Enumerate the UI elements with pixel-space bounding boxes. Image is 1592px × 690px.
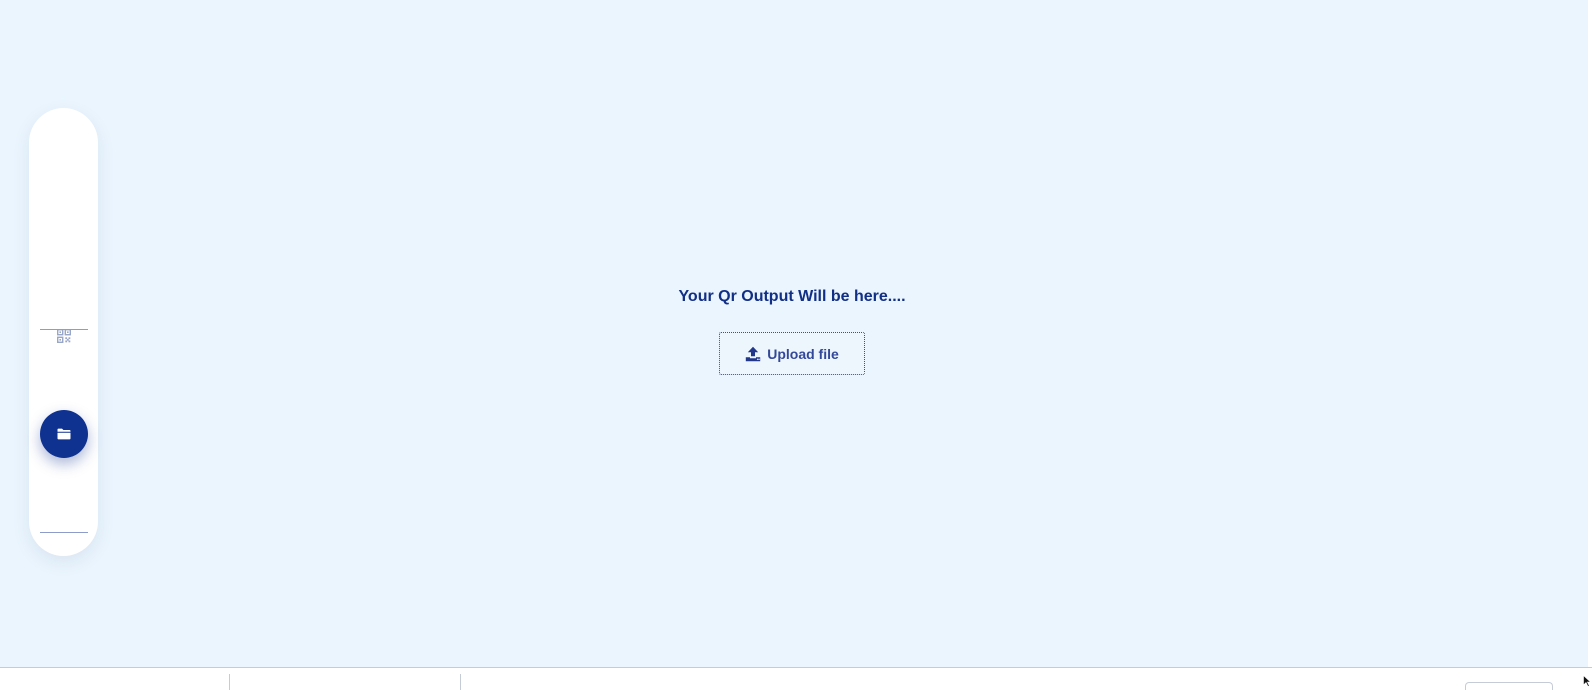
mouse-cursor-icon (1583, 675, 1591, 687)
sidebar (29, 108, 98, 556)
bottom-panel (0, 667, 1592, 690)
sidebar-item-folder[interactable] (40, 410, 88, 458)
main-content: Your Qr Output Will be here.... Upload f… (0, 0, 1588, 667)
app-window: Your Qr Output Will be here.... Upload f… (0, 0, 1592, 690)
bottom-divider (229, 674, 230, 690)
bottom-divider (460, 674, 461, 690)
scrollbar[interactable] (1588, 0, 1592, 667)
qr-code-icon (56, 328, 71, 343)
upload-file-label: Upload file (767, 345, 839, 362)
sidebar-item-qr[interactable] (47, 319, 80, 352)
bottom-tab-button[interactable] (1465, 682, 1553, 690)
sidebar-divider (40, 329, 88, 330)
upload-file-button[interactable]: Upload file (719, 332, 865, 375)
sidebar-divider (40, 532, 88, 533)
upload-icon (746, 346, 761, 361)
folder-icon (57, 428, 71, 440)
qr-output-placeholder: Your Qr Output Will be here.... (678, 288, 906, 305)
